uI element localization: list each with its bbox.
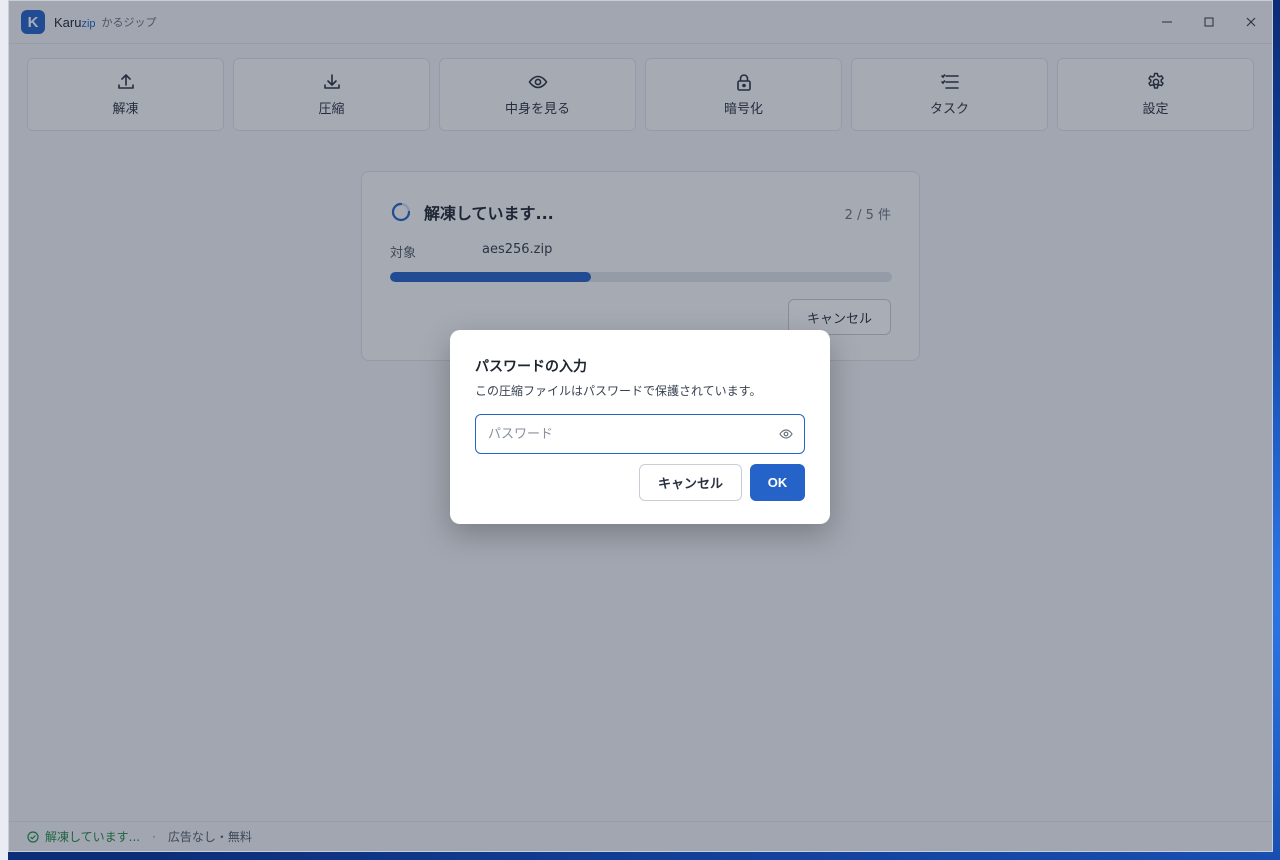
eye-icon	[779, 429, 793, 439]
desktop-edge	[0, 0, 8, 860]
dialog-ok-button[interactable]: OK	[750, 464, 805, 501]
password-input[interactable]	[488, 426, 772, 442]
show-password-button[interactable]	[772, 420, 800, 448]
password-field[interactable]	[475, 414, 805, 454]
password-dialog: パスワードの入力 この圧縮ファイルはパスワードで保護されています。 キャンセル …	[450, 330, 830, 524]
dialog-cancel-button[interactable]: キャンセル	[639, 464, 742, 501]
dialog-message: この圧縮ファイルはパスワードで保護されています。	[475, 384, 762, 398]
dialog-title: パスワードの入力	[475, 359, 587, 375]
